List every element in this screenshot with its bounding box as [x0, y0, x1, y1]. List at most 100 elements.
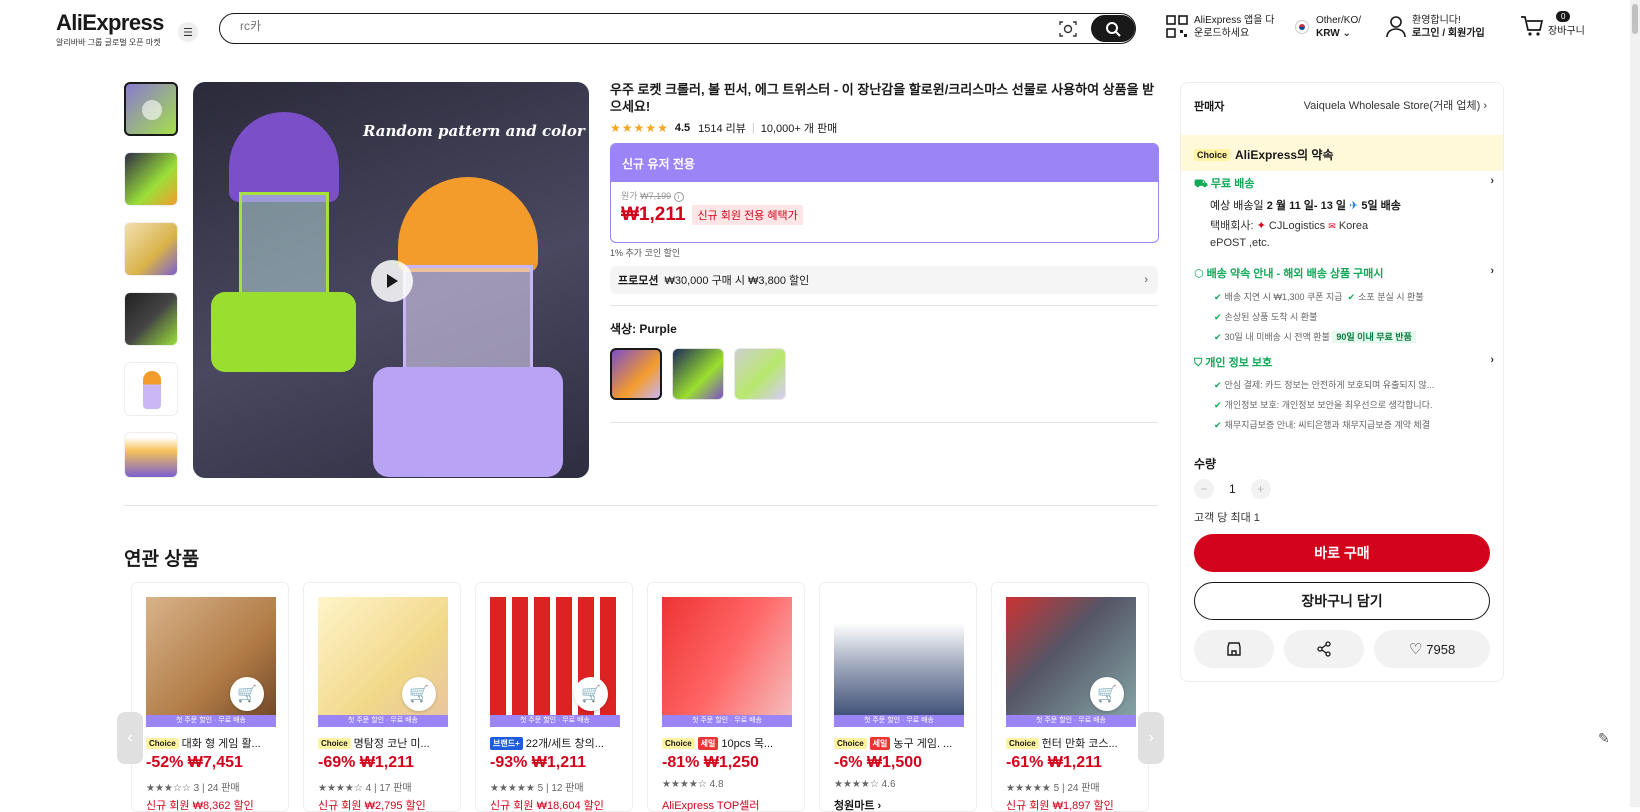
product-card[interactable]: 🛒 첫 주문 할인 · 무료 배송 Choice 명탐정 코난 미... -69%… [303, 582, 461, 812]
brand-plus-tag: 브랜드+ [490, 736, 523, 750]
coin-discount-note: 1% 추가 코인 할인 [610, 248, 681, 258]
product-card[interactable]: 🛒 첫 주문 할인 · 무료 배송 Choice 헌터 만화 코스... -61%… [991, 582, 1149, 812]
video-play-button[interactable] [371, 260, 413, 302]
review-count[interactable]: 1514 리뷰 [698, 120, 746, 136]
search-button[interactable] [1091, 15, 1135, 42]
product-card[interactable]: 🛒 첫 주문 할인 · 무료 배송 Choice 대화 형 게임 활... -52… [131, 582, 289, 812]
product-name: 농구 게임. ... [893, 738, 953, 750]
edit-icon[interactable]: ✎ [1598, 730, 1610, 747]
delivery-guarantee-section[interactable]: ⬡ 배송 약속 안내 - 해외 배송 상품 구매시 › ✔ 배송 지연 시 ₩1,3… [1194, 265, 1494, 347]
scrollbar-thumb[interactable] [1632, 4, 1638, 34]
coupon-text: 신규 회원 ₩1,897 할인 [1006, 800, 1114, 812]
delivery-fast: 5일 배송 [1361, 200, 1401, 212]
add-to-cart-icon[interactable]: 🛒 [574, 677, 608, 711]
add-to-cart-icon[interactable]: 🛒 [230, 677, 264, 711]
box-icon: ⬡ [1194, 268, 1204, 280]
shipping-section[interactable]: ⛟ 무료 배송 › 예상 배송일 2 월 11 일- 13 일 ✈ 5일 배송 택… [1194, 175, 1494, 252]
add-to-cart-icon[interactable]: 🛒 [402, 677, 436, 711]
logo-text: AliExpress [56, 10, 164, 35]
account-menu[interactable]: 환영합니다! 로그인 / 회원가입 [1386, 14, 1485, 40]
seller-link[interactable]: Vaiquela Wholesale Store(거래 업체) › [1304, 97, 1487, 113]
carousel-prev-button[interactable]: ‹ [117, 712, 143, 764]
delivery-dates: 2 월 11 일- 13 일 [1266, 200, 1347, 212]
color-selector-label: 색상: Purple [610, 320, 677, 337]
coupon-text: 신규 회원 ₩2,795 할인 [318, 800, 426, 812]
info-icon[interactable]: i [673, 192, 684, 202]
cart-icon [1521, 16, 1544, 36]
quantity-stepper: − 1 + [1194, 479, 1271, 499]
promotion-text: ₩30,000 구매 시 ₩3,800 할인 [664, 275, 810, 287]
thumbnail-6[interactable] [124, 432, 178, 478]
qr-code-icon [1166, 15, 1188, 38]
product-price: -61% ₩1,211 [1006, 754, 1103, 771]
privacy-title: 개인 정보 보호 [1205, 357, 1273, 369]
decrease-button[interactable]: − [1194, 479, 1214, 499]
color-option-purple[interactable] [610, 348, 662, 400]
seller-name: Vaiquela Wholesale Store(거래 업체) [1303, 100, 1481, 112]
promo-band: 첫 주문 할인 · 무료 배송 [662, 715, 792, 727]
original-price: ₩7,199 [640, 191, 672, 201]
product-price: -81% ₩1,250 [662, 754, 759, 771]
check-icon: ✔ [1347, 292, 1356, 302]
free-shipping-label: 무료 배송 [1210, 178, 1255, 190]
region-selector[interactable]: Other/KO/KRW ⌄ [1295, 14, 1361, 40]
promotion-row[interactable]: 프로모션 ₩30,000 구매 시 ₩3,800 할인 › [610, 266, 1158, 294]
wishlist-count: 7958 [1426, 641, 1456, 657]
add-to-cart-icon[interactable]: 🛒 [1090, 677, 1124, 711]
product-name: 명탐정 코난 미... [353, 738, 430, 750]
product-name: 헌터 만화 코스... [1041, 738, 1118, 750]
quantity-label: 수량 [1194, 457, 1217, 471]
product-rating: ★★★☆☆ 3 | 24 판매 [146, 783, 240, 794]
purple-claw-machine-illustration [373, 177, 563, 477]
app-download[interactable]: AliExpress 앱을 다 운로드하세요 [1166, 14, 1274, 40]
privacy-section[interactable]: ⛉ 개인 정보 보호 › ✔ 안심 결제: 카드 정보는 안전하게 보호되며 유출되… [1194, 354, 1494, 435]
store-icon [1227, 642, 1241, 656]
menu-icon[interactable]: ☰ [178, 22, 198, 42]
wishlist-button[interactable]: ♡ 7958 [1374, 630, 1490, 668]
guarantee-3: 손상된 상품 도착 시 환불 [1224, 312, 1318, 322]
carousel-next-button[interactable]: › [1138, 712, 1164, 764]
choice-tag: Choice [1006, 737, 1039, 749]
app-download-line2: 운로드하세요 [1194, 28, 1250, 39]
thumbnail-3[interactable] [124, 222, 178, 276]
share-icon [1317, 641, 1331, 657]
quantity-value[interactable]: 1 [1229, 482, 1236, 496]
logo[interactable]: AliExpress 알리바바 그룹 글로벌 오픈 마켓 [56, 10, 164, 48]
increase-button[interactable]: + [1250, 479, 1271, 499]
coupon-text: 신규 회원 ₩18,604 할인 [490, 800, 604, 812]
store-button[interactable] [1194, 630, 1274, 668]
promo-band: 첫 주문 할인 · 무료 배송 [490, 715, 620, 727]
camera-search-icon[interactable] [1057, 18, 1079, 40]
product-card[interactable]: 첫 주문 할인 · 무료 배송 Choice 세일 10pcs 목... -81% … [647, 582, 805, 812]
color-option-2[interactable] [672, 348, 724, 400]
plane-icon: ✈ [1349, 200, 1359, 212]
scrollbar-track[interactable] [1630, 0, 1640, 807]
chevron-down-icon: ⌄ [1342, 28, 1351, 39]
search-input[interactable] [240, 19, 1020, 33]
search-bar [219, 13, 1136, 44]
store-link[interactable]: 청원마트 › [834, 797, 881, 811]
thumbnail-4[interactable] [124, 292, 178, 346]
quantity-limit: 고객 당 최대 1 [1194, 512, 1260, 524]
chevron-right-icon: › [1490, 354, 1494, 366]
thumbnail-1[interactable] [124, 82, 178, 136]
add-to-cart-button[interactable]: 장바구니 담기 [1194, 582, 1490, 620]
sale-tag: 세일 [869, 736, 891, 750]
thumbnail-2[interactable] [124, 152, 178, 206]
free-return-badge: 90일 이내 무료 반품 [1332, 331, 1416, 343]
check-icon: ✔ [1214, 420, 1222, 430]
guarantee-4: 30일 내 미배송 시 전액 환불 [1224, 332, 1330, 342]
login-signup-link[interactable]: 로그인 / 회원가입 [1412, 27, 1485, 40]
product-card[interactable]: 🛒 첫 주문 할인 · 무료 배송 브랜드+ 22개/세트 창의... -93% … [475, 582, 633, 812]
share-button[interactable] [1284, 630, 1364, 668]
product-price: -52% ₩7,451 [146, 754, 243, 771]
rating-row: ★★★★★ 4.5 1514 리뷰 | 10,000+ 개 판매 [610, 120, 837, 136]
product-image [662, 597, 792, 727]
choice-tag: Choice [318, 737, 351, 749]
thumbnail-5[interactable] [124, 362, 178, 416]
product-card[interactable]: 첫 주문 할인 · 무료 배송 Choice 세일 농구 게임. ... -6% ₩… [819, 582, 977, 812]
buy-now-button[interactable]: 바로 구매 [1194, 534, 1490, 572]
product-main-image[interactable]: Random pattern and color [193, 82, 589, 478]
color-option-3[interactable] [734, 348, 786, 400]
cart-button[interactable]: 0 장바구니 [1520, 11, 1585, 38]
